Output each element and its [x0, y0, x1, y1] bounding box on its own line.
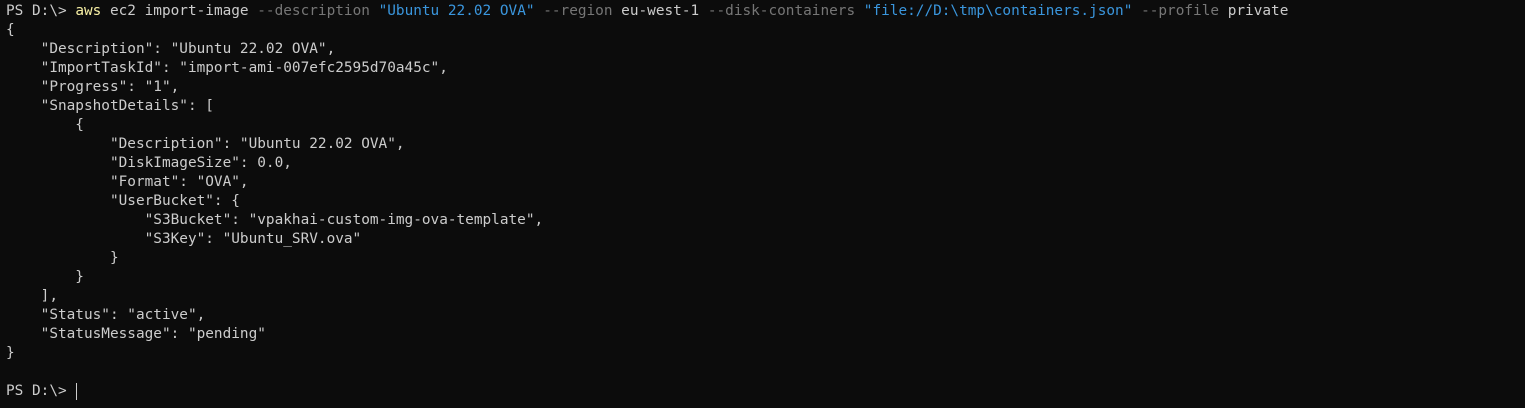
command-arg-flag: --profile [1141, 3, 1220, 19]
output-line: "Format": "OVA", [6, 174, 249, 190]
command-arg-plain [535, 3, 544, 19]
output-line: } [6, 345, 15, 361]
output-line: "UserBucket": { [6, 193, 240, 209]
output-line: { [6, 22, 15, 38]
command-arg-flag: --description [257, 3, 370, 19]
output-line: "Description": "Ubuntu 22.02 OVA", [6, 41, 336, 57]
output-line: } [6, 250, 119, 266]
prompt: PS D:\> [6, 383, 76, 399]
terminal-window[interactable]: PS D:\> aws ec2 import-image --descripti… [0, 0, 1525, 408]
command-output: { "Description": "Ubuntu 22.02 OVA", "Im… [6, 21, 1525, 382]
active-prompt-line[interactable]: PS D:\> [6, 382, 1525, 401]
output-line: "S3Bucket": "vpakhai-custom-img-ova-temp… [6, 212, 544, 228]
output-line: "Status": "active", [6, 307, 206, 323]
output-line: "DiskImageSize": 0.0, [6, 155, 292, 171]
prompt: PS D:\> [6, 3, 76, 19]
command-arg-str: "Ubuntu 22.02 OVA" [378, 3, 535, 19]
command-arg-plain: eu-west-1 [612, 3, 708, 19]
output-line: "S3Key": "Ubuntu_SRV.ova" [6, 231, 362, 247]
command-arg-plain: ec2 import-image [101, 3, 258, 19]
command-arg-plain [1132, 3, 1141, 19]
command-line: PS D:\> aws ec2 import-image --descripti… [6, 2, 1525, 21]
output-line: { [6, 117, 84, 133]
output-line: "Progress": "1", [6, 79, 180, 95]
output-line: } [6, 269, 84, 285]
output-line: ], [6, 288, 58, 304]
output-line: "SnapshotDetails": [ [6, 98, 214, 114]
command-arg-plain [855, 3, 864, 19]
output-line: "ImportTaskId": "import-ami-007efc2595d7… [6, 60, 448, 76]
command-arg-plain: private [1219, 3, 1289, 19]
output-line: "StatusMessage": "pending" [6, 326, 266, 342]
command-executable: aws [75, 3, 102, 19]
output-line: "Description": "Ubuntu 22.02 OVA", [6, 136, 405, 152]
command-arg-str: "file://D:\tmp\containers.json" [863, 3, 1133, 19]
command-arg-plain [370, 3, 379, 19]
command-arg-flag: --region [543, 3, 613, 19]
text-cursor [76, 382, 78, 400]
command-arguments: ec2 import-image --description "Ubuntu 2… [101, 3, 1288, 19]
command-arg-flag: --disk-containers [707, 3, 856, 19]
